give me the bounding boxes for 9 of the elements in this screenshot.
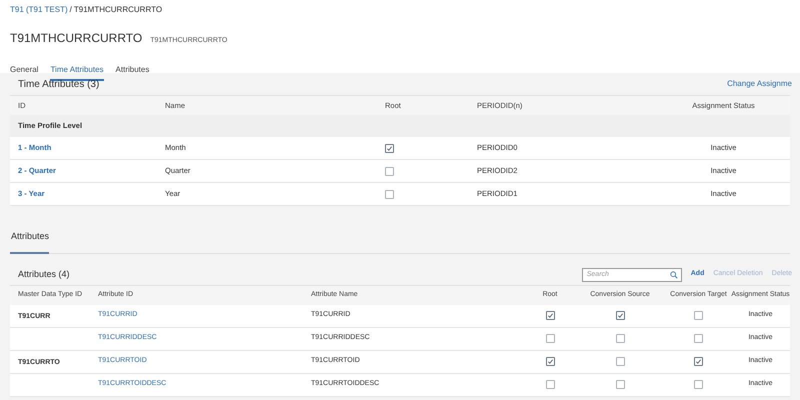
section-title: Attributes (4): [18, 268, 70, 281]
tab[interactable]: Attributes: [116, 64, 150, 81]
breadcrumb-link[interactable]: T91 (T91 TEST): [10, 4, 68, 16]
breadcrumb-separator: /: [70, 4, 72, 16]
page-title: T91MTHCURRCURRTO: [10, 30, 142, 47]
breadcrumb-current: T91MTHCURRCURRTO: [74, 4, 162, 16]
tab[interactable]: Time Attributes: [50, 64, 104, 81]
section-tab[interactable]: Attributes: [10, 230, 50, 254]
change-assignment-link[interactable]: Change Assignme: [727, 78, 792, 90]
